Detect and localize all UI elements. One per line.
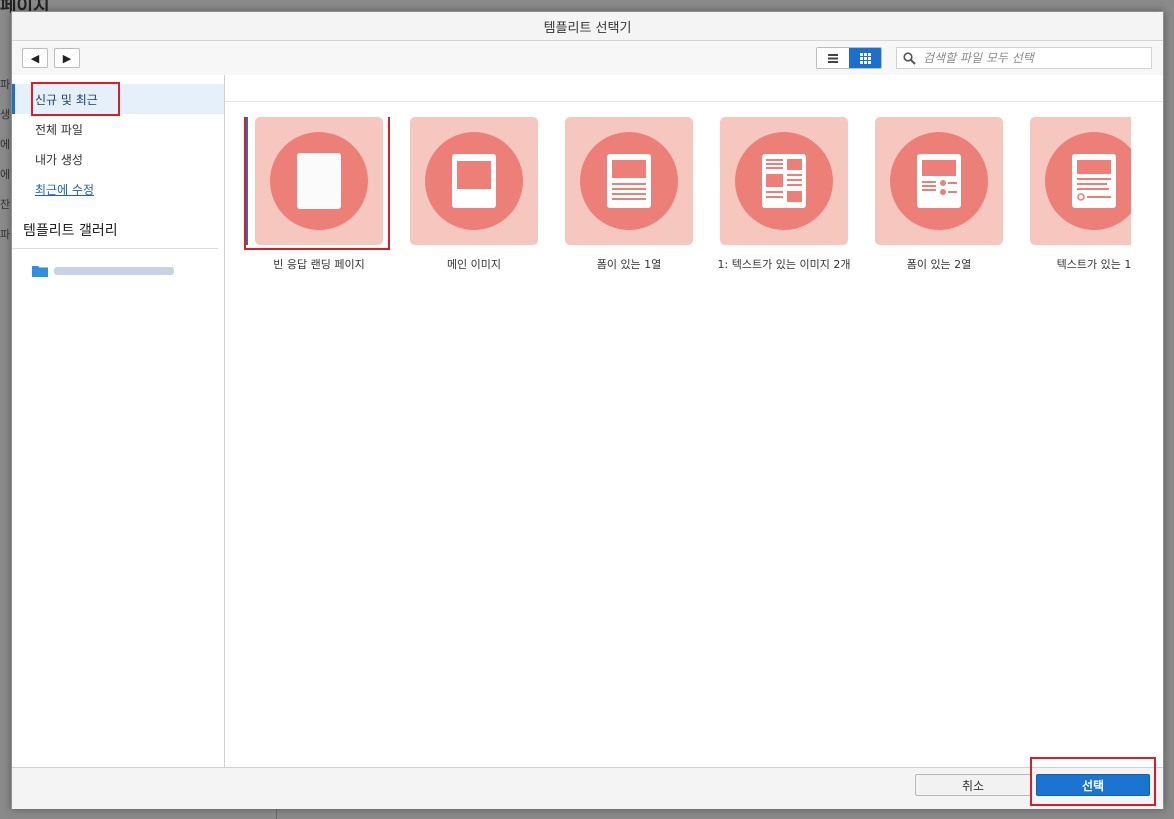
- dialog-toolbar: ◀ ▶: [12, 41, 1163, 76]
- dialog-titlebar: 템플리트 선택기: [12, 12, 1163, 41]
- grid-header-bar: [225, 75, 1163, 102]
- template-tile[interactable]: 폼이 있는 2열: [875, 117, 1003, 272]
- template-tile[interactable]: 텍스트가 있는 1: [1030, 117, 1131, 272]
- two-images-text-icon: [735, 132, 833, 230]
- one-column-form-icon: [580, 132, 678, 230]
- blurred-folder-name: [54, 267, 174, 275]
- selection-highlight: [244, 117, 390, 250]
- template-label: 텍스트가 있는 1: [1056, 258, 1131, 271]
- annotation-highlight-select: [1030, 757, 1156, 806]
- template-label: 1: 텍스트가 있는 이미지 2개: [717, 258, 851, 271]
- sidebar-item-all-files[interactable]: 전체 파일: [12, 114, 224, 144]
- view-toggle: [816, 47, 882, 69]
- sidebar-item-recently-modified[interactable]: 최근에 수정: [12, 174, 224, 204]
- dialog-footer: 취소 선택: [12, 767, 1163, 809]
- forward-arrow-icon: ▶: [62, 51, 72, 65]
- two-column-form-icon: [890, 132, 988, 230]
- folder-icon: [32, 266, 48, 277]
- sidebar-item-label: 전체 파일: [35, 122, 83, 137]
- template-label: 메인 이미지: [446, 258, 502, 271]
- grid-view-button[interactable]: [849, 48, 881, 68]
- template-grid: 빈 응답 랜딩 페이지 메인 이미지 폼이 있는 1열 1: 텍스트가 있는 이…: [243, 117, 1131, 287]
- template-tile[interactable]: 빈 응답 랜딩 페이지: [244, 117, 390, 272]
- template-grid-area: 빈 응답 랜딩 페이지 메인 이미지 폼이 있는 1열 1: 텍스트가 있는 이…: [225, 75, 1163, 767]
- search-icon: [897, 51, 921, 65]
- template-thumbnail[interactable]: [875, 117, 1003, 245]
- grid-view-icon: [859, 52, 871, 64]
- search-input[interactable]: [921, 50, 1151, 66]
- sidebar-item-label: 최근에 수정: [35, 182, 95, 197]
- template-label: 폼이 있는 2열: [906, 258, 972, 271]
- list-view-icon: [828, 54, 838, 63]
- template-gallery-heading: 템플리트 갤러리: [12, 204, 218, 249]
- template-label: 빈 응답 랜딩 페이지: [273, 258, 365, 271]
- gallery-folder-item[interactable]: [12, 249, 224, 281]
- template-tile[interactable]: 폼이 있는 1열: [565, 117, 693, 272]
- template-tile[interactable]: 1: 텍스트가 있는 이미지 2개: [718, 117, 850, 272]
- dialog-title: 템플리트 선택기: [543, 20, 632, 36]
- main-image-icon: [425, 132, 523, 230]
- template-thumbnail[interactable]: [410, 117, 538, 245]
- back-arrow-icon: ◀: [30, 51, 40, 65]
- cancel-button[interactable]: 취소: [915, 774, 1031, 796]
- template-picker-dialog: 템플리트 선택기 ◀ ▶ 검색할 파일 모두 선택 신규 및 최근 전체 파일 …: [11, 11, 1164, 809]
- template-thumbnail[interactable]: [565, 117, 693, 245]
- search-box: [896, 47, 1152, 69]
- template-label: 폼이 있는 1열: [596, 258, 662, 271]
- back-button[interactable]: ◀: [22, 48, 48, 68]
- template-thumbnail[interactable]: [1030, 117, 1131, 245]
- sidebar-item-created-by-me[interactable]: 내가 생성: [12, 144, 224, 174]
- annotation-highlight-sidebar: [31, 82, 120, 116]
- forward-button[interactable]: ▶: [54, 48, 80, 68]
- template-thumbnail[interactable]: [720, 117, 848, 245]
- text-image-icon: [1045, 132, 1131, 230]
- dialog-body: 신규 및 최근 전체 파일 내가 생성 최근에 수정 템플리트 갤러리 빈 응답…: [12, 75, 1163, 767]
- list-view-button[interactable]: [817, 48, 849, 68]
- sidebar: 신규 및 최근 전체 파일 내가 생성 최근에 수정 템플리트 갤러리: [12, 75, 225, 767]
- template-tile[interactable]: 메인 이미지: [410, 117, 538, 272]
- sidebar-item-label: 내가 생성: [35, 152, 83, 167]
